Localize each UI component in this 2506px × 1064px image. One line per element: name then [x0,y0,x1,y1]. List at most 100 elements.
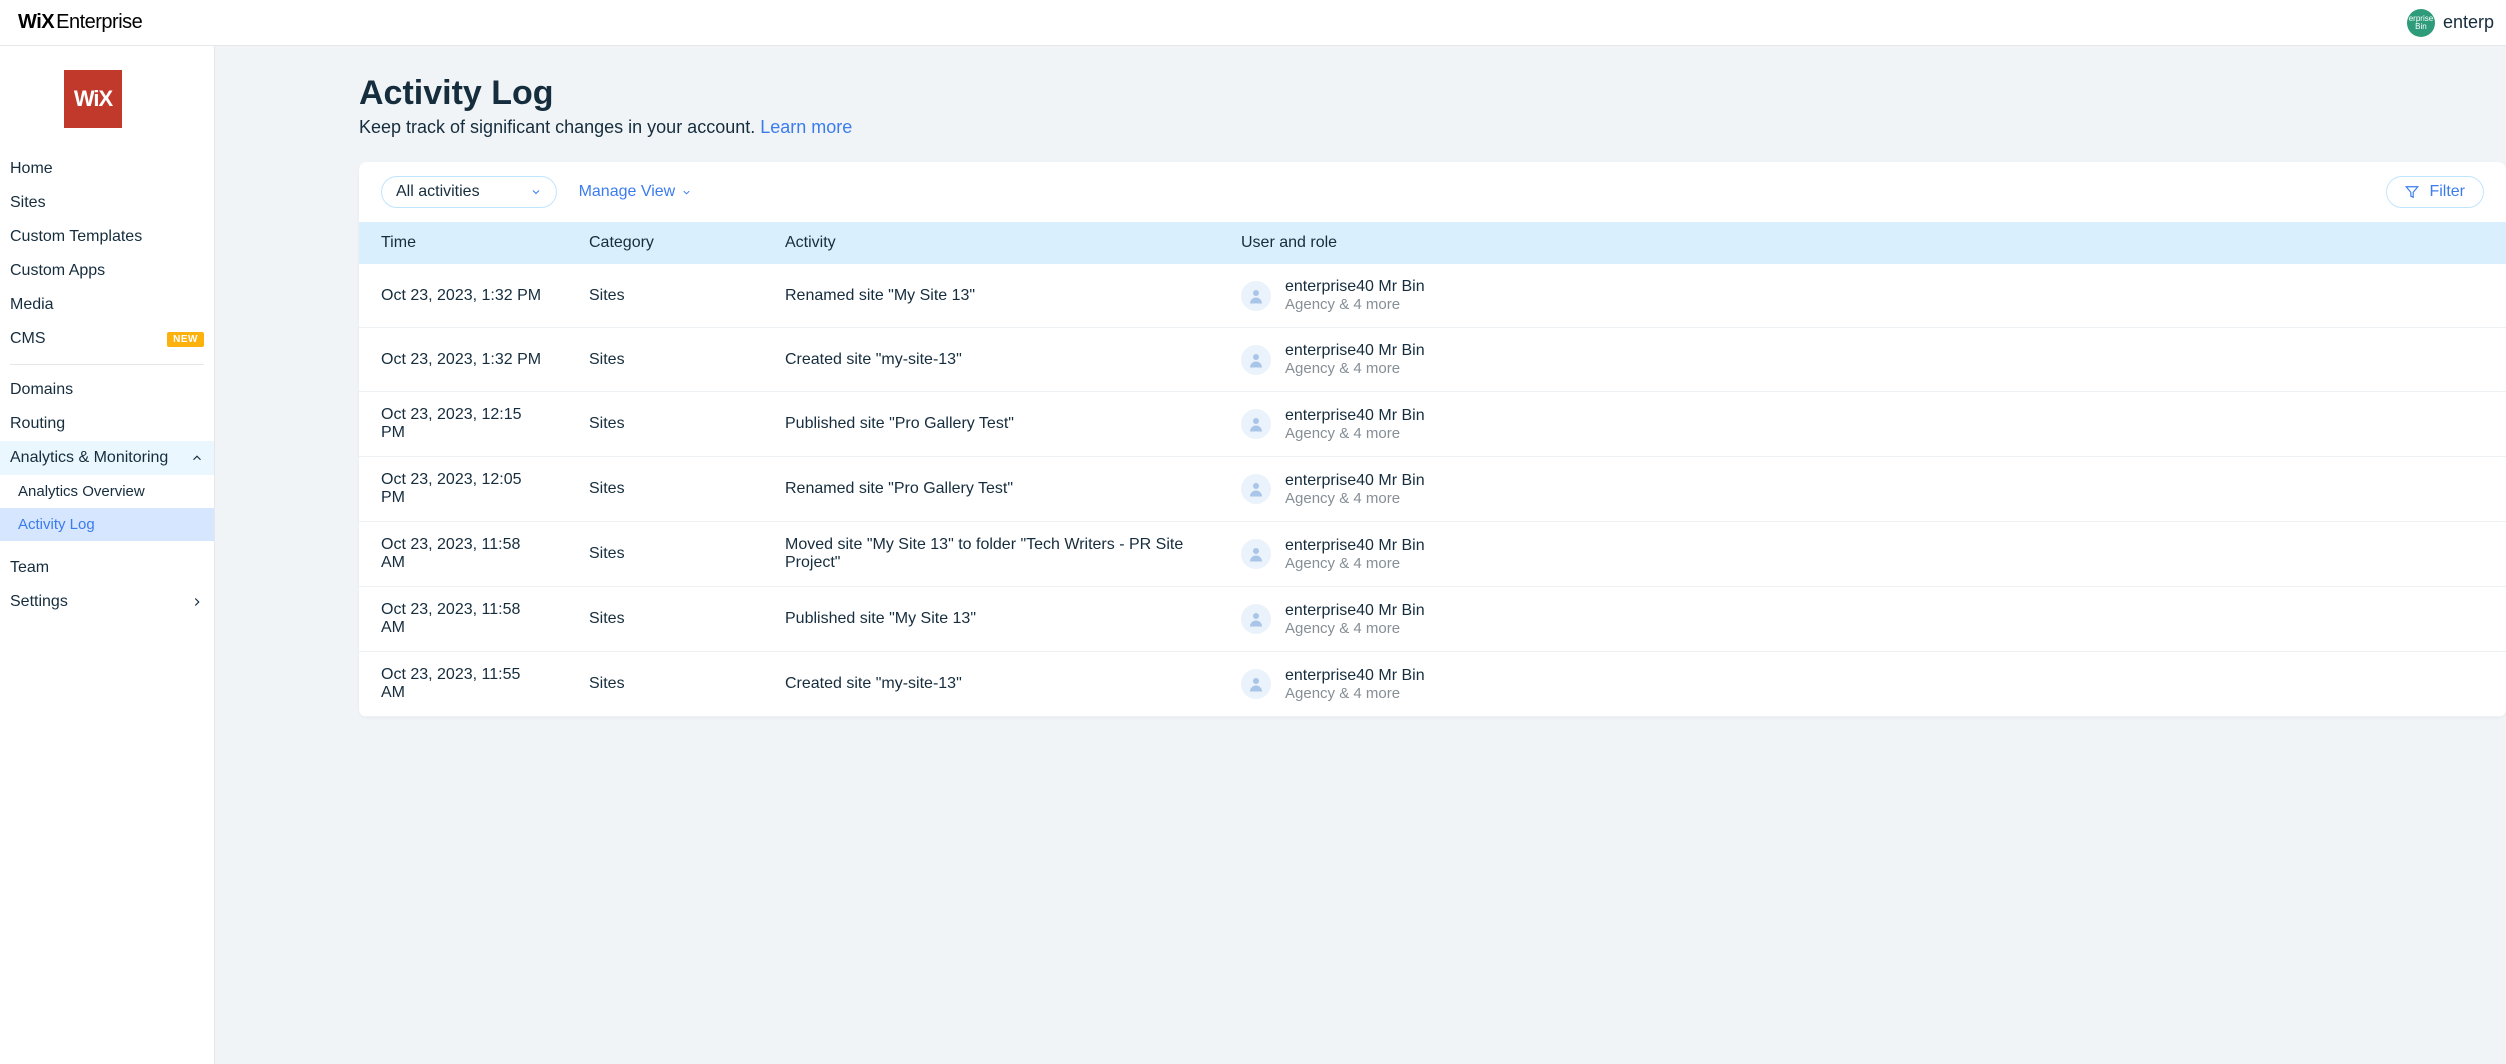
account-menu[interactable]: erprise Bin enterp [2407,9,2494,37]
user-role: Agency & 4 more [1285,490,1425,507]
top-header: WiX Enterprise erprise Bin enterp [0,0,2506,46]
cell-activity: Renamed site "Pro Gallery Test" [763,457,1219,522]
cell-time: Oct 23, 2023, 11:58 AM [359,522,567,587]
user-role: Agency & 4 more [1285,425,1425,442]
filter-label: Filter [2429,183,2465,201]
cell-user: enterprise40 Mr BinAgency & 4 more [1219,457,2506,522]
sidebar-item-routing[interactable]: Routing [10,407,204,441]
cell-time: Oct 23, 2023, 12:15 PM [359,392,567,457]
filter-button[interactable]: Filter [2386,176,2484,208]
table-row[interactable]: Oct 23, 2023, 11:55 AMSitesCreated site … [359,652,2506,717]
col-user[interactable]: User and role [1219,222,2506,264]
user-name: enterprise40 Mr Bin [1285,472,1425,490]
chevron-down-icon [530,186,542,198]
main-content: Activity Log Keep track of significant c… [215,46,2506,1064]
sidebar-item-domains[interactable]: Domains [10,373,204,407]
manage-view-label: Manage View [579,183,676,201]
card-toolbar: All activities Manage View Filter [359,162,2506,222]
user-name: enterprise40 Mr Bin [1285,342,1425,360]
sidebar-item-analytics-monitoring[interactable]: Analytics & Monitoring [0,441,214,475]
new-badge: NEW [167,332,204,347]
person-icon [1241,281,1271,311]
person-icon [1241,409,1271,439]
cell-activity: Renamed site "My Site 13" [763,264,1219,328]
sidebar-item-analytics-overview[interactable]: Analytics Overview [10,475,204,508]
person-icon [1241,604,1271,634]
chevron-right-icon [190,595,204,609]
cell-activity: Created site "my-site-13" [763,328,1219,392]
sidebar-item-label: Custom Apps [10,262,105,280]
brand-logo[interactable]: WiX Enterprise [18,11,142,34]
cell-user: enterprise40 Mr BinAgency & 4 more [1219,328,2506,392]
sidebar-item-sites[interactable]: Sites [10,186,204,220]
sidebar-item-label: Sites [10,194,46,212]
activity-table: Time Category Activity User and role Oct… [359,222,2506,717]
table-row[interactable]: Oct 23, 2023, 12:05 PMSitesRenamed site … [359,457,2506,522]
cell-user: enterprise40 Mr BinAgency & 4 more [1219,264,2506,328]
sidebar-item-settings[interactable]: Settings [10,585,204,619]
user-role: Agency & 4 more [1285,685,1425,702]
cell-time: Oct 23, 2023, 11:55 AM [359,652,567,717]
table-row[interactable]: Oct 23, 2023, 1:32 PMSitesRenamed site "… [359,264,2506,328]
user-role: Agency & 4 more [1285,620,1425,637]
cell-time: Oct 23, 2023, 1:32 PM [359,328,567,392]
sidebar-item-activity-log[interactable]: Activity Log [0,508,214,541]
filter-icon [2405,185,2419,199]
cell-category: Sites [567,587,763,652]
sidebar-item-media[interactable]: Media [10,288,204,322]
page-subtitle-text: Keep track of significant changes in you… [359,117,760,137]
sidebar-item-label: Routing [10,415,65,433]
table-row[interactable]: Oct 23, 2023, 12:15 PMSitesPublished sit… [359,392,2506,457]
cell-category: Sites [567,652,763,717]
user-name: enterprise40 Mr Bin [1285,537,1425,555]
brand-wix: WiX [18,11,54,34]
cell-category: Sites [567,522,763,587]
sidebar-item-label: Analytics & Monitoring [10,449,168,467]
sidebar-item-label: Team [10,559,49,577]
table-row[interactable]: Oct 23, 2023, 1:32 PMSitesCreated site "… [359,328,2506,392]
user-name: enterprise40 Mr Bin [1285,602,1425,620]
page-title: Activity Log [359,74,2506,113]
cell-user: enterprise40 Mr BinAgency & 4 more [1219,587,2506,652]
sidebar-item-label: Home [10,160,53,178]
cell-time: Oct 23, 2023, 1:32 PM [359,264,567,328]
col-activity[interactable]: Activity [763,222,1219,264]
sidebar-item-label: CMS [10,330,46,348]
col-time[interactable]: Time [359,222,567,264]
page-subtitle: Keep track of significant changes in you… [359,117,2506,138]
table-header-row: Time Category Activity User and role [359,222,2506,264]
avatar: erprise Bin [2407,9,2435,37]
sidebar: WiX Home Sites Custom Templates Custom Apps… [0,46,215,1064]
activities-dropdown[interactable]: All activities [381,176,557,208]
cell-user: enterprise40 Mr BinAgency & 4 more [1219,392,2506,457]
table-row[interactable]: Oct 23, 2023, 11:58 AMSitesPublished sit… [359,587,2506,652]
sidebar-item-label: Analytics Overview [18,483,145,500]
sidebar-item-cms[interactable]: CMS NEW [10,322,204,356]
nav-divider [10,364,204,365]
cell-user: enterprise40 Mr BinAgency & 4 more [1219,652,2506,717]
col-category[interactable]: Category [567,222,763,264]
sidebar-item-home[interactable]: Home [10,152,204,186]
cell-activity: Published site "My Site 13" [763,587,1219,652]
activity-card: All activities Manage View Filter [359,162,2506,717]
cell-time: Oct 23, 2023, 11:58 AM [359,587,567,652]
user-role: Agency & 4 more [1285,555,1425,572]
manage-view-button[interactable]: Manage View [579,183,693,201]
cell-category: Sites [567,328,763,392]
cell-activity: Created site "my-site-13" [763,652,1219,717]
user-role: Agency & 4 more [1285,360,1425,377]
table-row[interactable]: Oct 23, 2023, 11:58 AMSitesMoved site "M… [359,522,2506,587]
cell-category: Sites [567,392,763,457]
learn-more-link[interactable]: Learn more [760,117,852,137]
sidebar-item-custom-templates[interactable]: Custom Templates [10,220,204,254]
cell-user: enterprise40 Mr BinAgency & 4 more [1219,522,2506,587]
person-icon [1241,539,1271,569]
chevron-up-icon [190,451,204,465]
sidebar-item-custom-apps[interactable]: Custom Apps [10,254,204,288]
person-icon [1241,669,1271,699]
cell-category: Sites [567,457,763,522]
sidebar-item-label: Custom Templates [10,228,142,246]
workspace-logo[interactable]: WiX [64,70,122,128]
sidebar-item-team[interactable]: Team [10,551,204,585]
dropdown-label: All activities [396,183,480,201]
